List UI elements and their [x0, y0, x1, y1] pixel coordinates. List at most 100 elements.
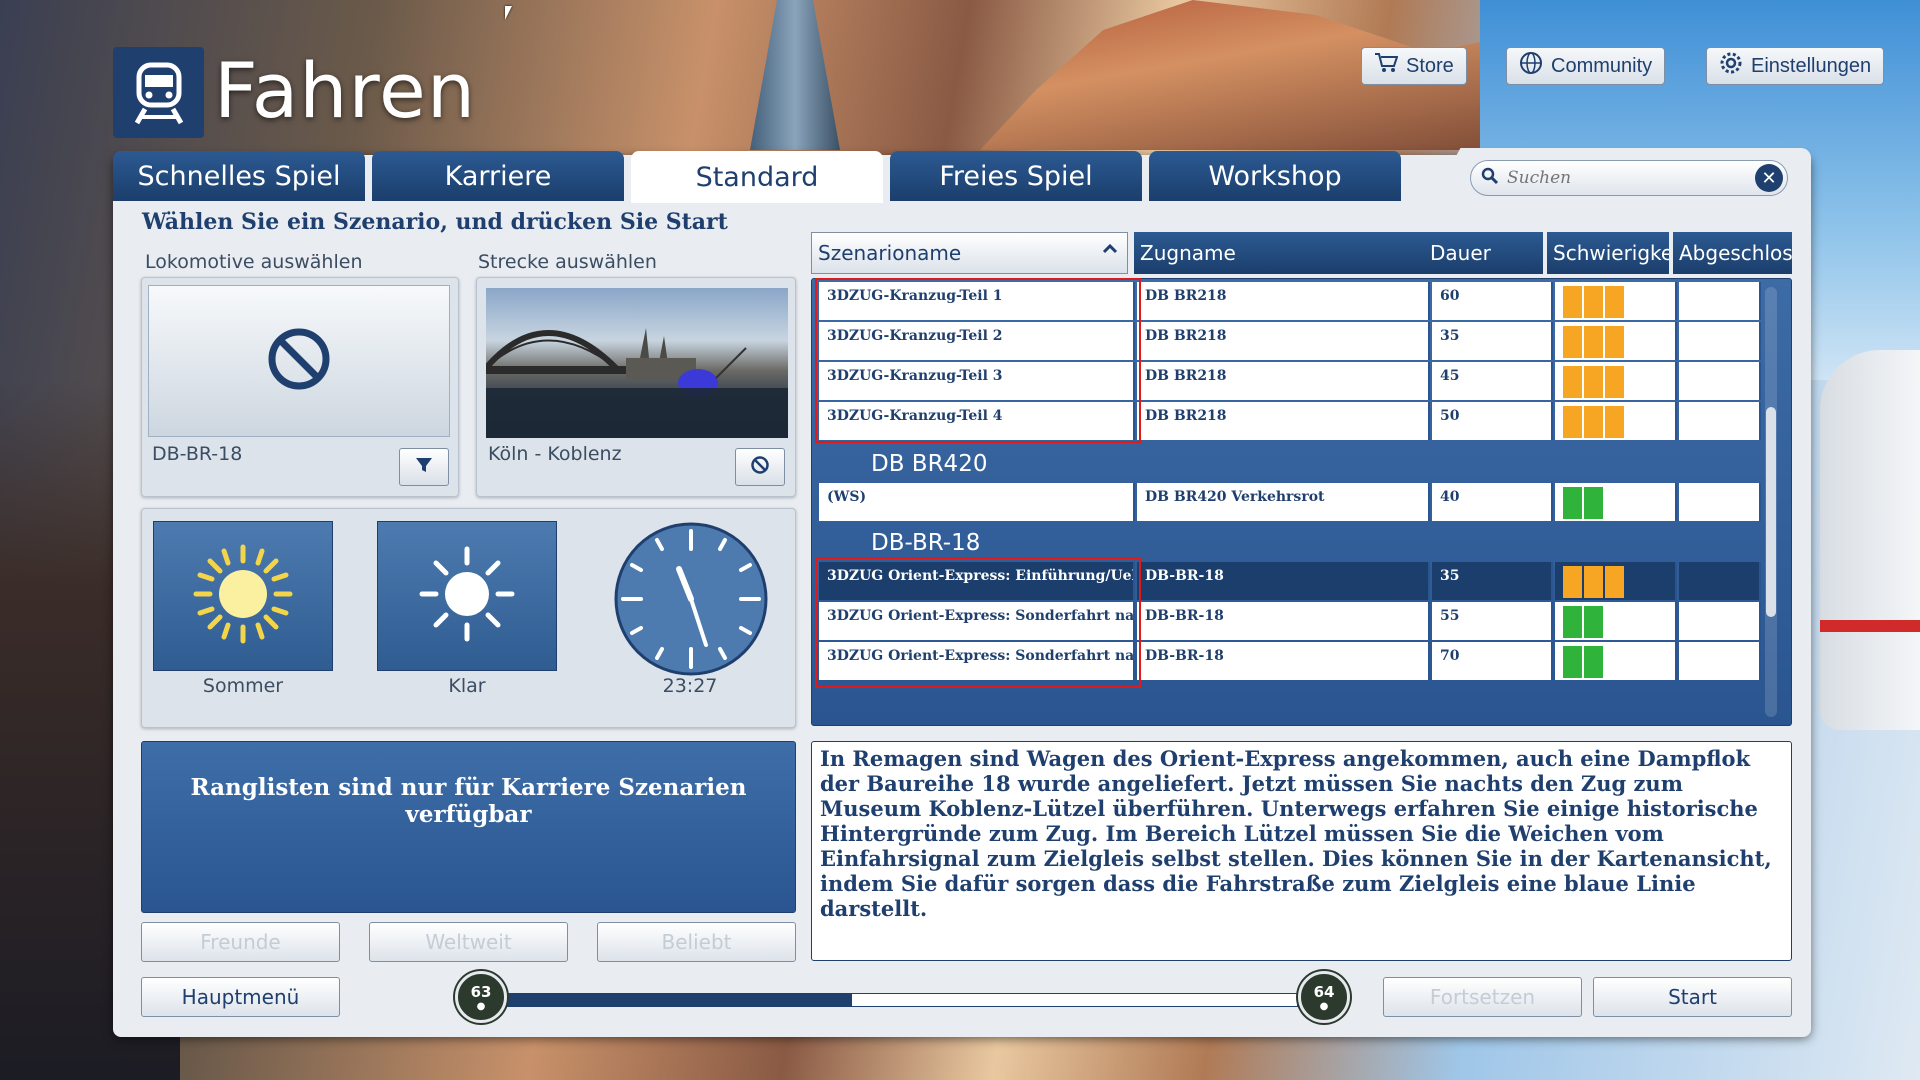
table-row[interactable]: 3DZUG-Kranzug-Teil 4 DB BR218 50 [819, 402, 1761, 440]
next-level-badge: 64 ● [1298, 971, 1350, 1023]
xp-progress-fill [487, 994, 852, 1006]
difficulty-bar [1563, 487, 1582, 519]
completed-cell [1679, 322, 1761, 360]
tab-career[interactable]: Karriere [372, 151, 624, 201]
col-duration[interactable]: Dauer [1424, 232, 1543, 274]
completed-cell [1679, 402, 1761, 440]
difficulty-bars [1563, 487, 1603, 519]
search-box[interactable]: ✕ [1470, 160, 1788, 196]
group-header: DB-BR-18 [871, 530, 981, 556]
current-level-badge: 63 ● [455, 971, 507, 1023]
table-row[interactable]: 3DZUG-Kranzug-Teil 1 DB BR218 60 [819, 282, 1761, 320]
scenario-cell: 3DZUG-Kranzug-Teil 3 [819, 362, 1135, 400]
route-image[interactable] [486, 288, 788, 438]
col-train-name[interactable]: Zugname [1134, 232, 1424, 274]
loco-filter-button[interactable] [399, 448, 449, 486]
scenario-cell: 3DZUG-Kranzug-Teil 2 [819, 322, 1135, 360]
difficulty-cell [1555, 282, 1677, 320]
next-level-value: 64 [1313, 982, 1335, 1001]
start-button[interactable]: Start [1593, 977, 1792, 1017]
difficulty-cell [1555, 402, 1677, 440]
sort-ascending-icon [1101, 239, 1119, 263]
completed-cell [1679, 642, 1761, 680]
difficulty-bar [1563, 566, 1582, 598]
leaderboard-message: Ranglisten sind nur für Karriere Szenari… [190, 774, 747, 828]
difficulty-bar [1584, 286, 1603, 318]
summer-sun-icon [188, 539, 298, 654]
difficulty-bar [1563, 406, 1582, 438]
difficulty-bar [1605, 566, 1624, 598]
clear-weather-icon [412, 539, 522, 654]
difficulty-bars [1563, 566, 1624, 598]
friends-button[interactable]: Freunde [141, 922, 340, 962]
season-tile[interactable] [153, 521, 333, 671]
difficulty-cell [1555, 562, 1677, 600]
duration-cell: 35 [1432, 562, 1553, 600]
completed-cell [1679, 562, 1761, 600]
search-input[interactable] [1507, 168, 1747, 188]
main-menu-button[interactable]: Hauptmenü [141, 977, 340, 1017]
difficulty-bars [1563, 326, 1624, 358]
no-entry-icon [750, 455, 770, 480]
table-row[interactable]: 3DZUG Orient-Express: Sonderfahrt nach B… [819, 602, 1761, 640]
completed-cell [1679, 362, 1761, 400]
duration-cell: 35 [1432, 322, 1553, 360]
clock-icon[interactable] [613, 521, 769, 682]
popular-button[interactable]: Beliebt [597, 922, 796, 962]
duration-cell: 45 [1432, 362, 1553, 400]
search-icon [1481, 167, 1499, 190]
scenario-cell: 3DZUG-Kranzug-Teil 1 [819, 282, 1135, 320]
difficulty-bar [1605, 326, 1624, 358]
scenario-cell: 3DZUG Orient-Express: Einführung/Ueberfü… [819, 562, 1135, 600]
duration-cell: 70 [1432, 642, 1553, 680]
table-row[interactable]: 3DZUG Orient-Express: Sonderfahrt nach K… [819, 642, 1761, 680]
col-difficulty[interactable]: Schwierigke [1547, 232, 1669, 274]
instruction-heading: Wählen Sie ein Szenario, und drücken Sie… [142, 209, 728, 235]
table-row[interactable]: (WS) DB BR420 Verkehrsrot 40 [819, 483, 1761, 521]
train-logo-icon [113, 47, 204, 138]
no-image-icon [266, 326, 332, 397]
current-level-value: 63 [470, 982, 492, 1001]
tab-quick-game[interactable]: Schnelles Spiel [113, 151, 365, 201]
table-row-selected[interactable]: 3DZUG Orient-Express: Einführung/Ueberfü… [819, 562, 1761, 600]
route-clear-button[interactable] [735, 448, 785, 486]
loco-value: DB-BR-18 [152, 443, 243, 465]
settings-button[interactable]: Einstellungen [1706, 47, 1885, 85]
table-row[interactable]: 3DZUG-Kranzug-Teil 3 DB BR218 45 [819, 362, 1761, 400]
difficulty-bar [1563, 366, 1582, 398]
difficulty-bar [1584, 606, 1603, 638]
difficulty-bar [1563, 606, 1582, 638]
xp-progress-bar [486, 993, 1298, 1007]
difficulty-bars [1563, 606, 1603, 638]
difficulty-bar [1563, 646, 1582, 678]
weather-tile[interactable] [377, 521, 557, 671]
table-scrollbar[interactable] [1765, 287, 1777, 717]
tab-workshop[interactable]: Workshop [1149, 151, 1401, 201]
difficulty-cell [1555, 602, 1677, 640]
community-label: Community [1551, 54, 1653, 77]
duration-cell: 40 [1432, 483, 1553, 521]
difficulty-cell [1555, 642, 1677, 680]
tab-standard[interactable]: Standard [631, 151, 883, 203]
col-scenario-name[interactable]: Szenarioname [811, 232, 1128, 274]
clear-search-icon[interactable]: ✕ [1755, 164, 1783, 192]
difficulty-bars [1563, 366, 1624, 398]
completed-cell [1679, 282, 1761, 320]
scenario-cell: 3DZUG Orient-Express: Sonderfahrt nach K… [819, 642, 1135, 680]
loco-image[interactable] [148, 285, 450, 437]
store-button[interactable]: Store [1361, 47, 1467, 85]
scrollbar-thumb[interactable] [1766, 407, 1776, 617]
difficulty-bar [1584, 566, 1603, 598]
worldwide-button[interactable]: Weltweit [369, 922, 568, 962]
background-tower [750, 0, 840, 150]
community-button[interactable]: Community [1506, 47, 1666, 85]
table-row[interactable]: 3DZUG-Kranzug-Teil 2 DB BR218 35 [819, 322, 1761, 360]
col-completed[interactable]: Abgeschlos [1673, 232, 1792, 274]
train-cell: DB BR218 [1137, 362, 1430, 400]
tab-free-play[interactable]: Freies Spiel [890, 151, 1142, 201]
continue-button[interactable]: Fortsetzen [1383, 977, 1582, 1017]
difficulty-bar [1584, 326, 1603, 358]
difficulty-bars [1563, 646, 1603, 678]
difficulty-bar [1563, 326, 1582, 358]
train-cell: DB-BR-18 [1137, 562, 1430, 600]
